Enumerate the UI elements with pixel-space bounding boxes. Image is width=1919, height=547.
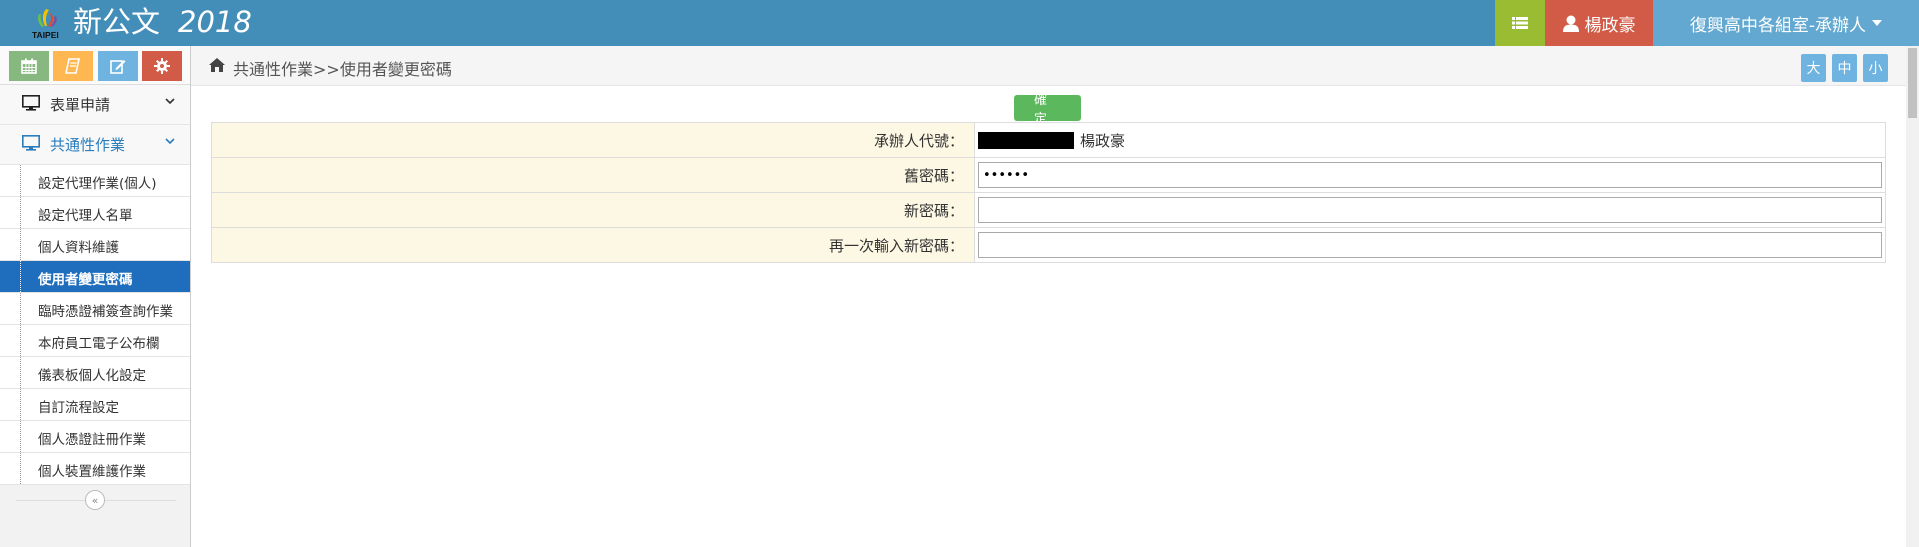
sidebar-item-label: 使用者變更密碼	[38, 272, 133, 288]
sidebar-item-label: 儀表板個人化設定	[38, 368, 146, 384]
caret-down-icon	[1872, 20, 1883, 26]
svg-text:TAIPEI: TAIPEI	[32, 30, 59, 40]
sidebar-item-cert-registration[interactable]: 個人憑證註冊作業	[0, 421, 190, 453]
task-list-button[interactable]	[1495, 0, 1545, 46]
form-row-new-password: 新密碼：	[211, 192, 1886, 228]
tree-line	[20, 165, 22, 196]
sidebar-item-label: 本府員工電子公布欄	[38, 336, 160, 352]
font-size-small-button[interactable]: 小	[1863, 54, 1888, 82]
taipei-logo: TAIPEI	[32, 9, 59, 40]
owner-id-value: 楊政豪	[974, 122, 1886, 158]
sidebar-item-profile[interactable]: 個人資料維護	[0, 229, 190, 261]
confirm-password-label: 再一次輸入新密碼：	[211, 227, 975, 263]
tree-line	[20, 389, 22, 420]
sidebar-item-custom-flow[interactable]: 自訂流程設定	[0, 389, 190, 421]
old-password-field[interactable]	[978, 162, 1882, 188]
tree-line	[20, 325, 22, 356]
sidebar-item-device-maintenance[interactable]: 個人裝置維護作業	[0, 453, 190, 485]
desktop-icon	[22, 95, 40, 111]
app-year: 2018	[178, 5, 252, 39]
change-password-form: 承辦人代號： 楊政豪 舊密碼： 新密碼： 再一次輸入新密碼：	[211, 122, 1886, 263]
confirm-password-cell	[974, 227, 1886, 263]
tree-line	[20, 453, 22, 484]
list-icon	[1512, 17, 1528, 29]
sidebar-item-proxy-settings[interactable]: 設定代理作業(個人)	[0, 165, 190, 197]
edit-icon	[110, 60, 126, 74]
gear-icon	[154, 58, 170, 74]
menu-label: 共通性作業	[50, 136, 126, 154]
form-row-old-password: 舊密碼：	[211, 157, 1886, 193]
breadcrumb-text: 共通性作業>>使用者變更密碼	[233, 60, 452, 79]
user-icon	[1562, 15, 1579, 32]
sidebar-item-label: 臨時憑證補簽查詢作業	[38, 304, 173, 320]
form-row-confirm-password: 再一次輸入新密碼：	[211, 227, 1886, 263]
tree-line	[20, 357, 22, 388]
sidebar-item-dashboard-settings[interactable]: 儀表板個人化設定	[0, 357, 190, 389]
new-password-cell	[974, 192, 1886, 228]
sidebar-item-temp-cert-query[interactable]: 臨時憑證補簽查詢作業	[0, 293, 190, 325]
app-name: 新公文	[73, 5, 161, 39]
chevron-down-icon	[165, 138, 175, 145]
tree-line	[20, 293, 22, 324]
unit-role-dropdown[interactable]: 復興高中各組室-承辦人	[1653, 0, 1919, 46]
menu-label: 表單申請	[50, 96, 111, 114]
tree-line	[20, 197, 22, 228]
form-row-owner-id: 承辦人代號： 楊政豪	[211, 122, 1886, 158]
menu-form-application[interactable]: 表單申請	[0, 85, 190, 125]
top-navbar: TAIPEI 新公文 2018 楊政豪 復興高中各組室-承辦人	[0, 0, 1919, 46]
new-password-field[interactable]	[978, 197, 1882, 223]
old-password-label: 舊密碼：	[211, 157, 975, 193]
desktop-icon	[22, 135, 40, 151]
app-title[interactable]: 新公文 2018	[73, 4, 252, 40]
tree-line	[20, 421, 22, 452]
book-shortcut-button[interactable]	[53, 51, 93, 81]
font-size-medium-button[interactable]: 中	[1832, 54, 1857, 82]
tree-line	[20, 261, 22, 292]
sidebar: 表單申請 共通性作業 設定代理作業(個人) 設定代理人名單 個人資料維護 使用者…	[0, 46, 191, 547]
scrollbar-thumb[interactable]	[1908, 48, 1917, 118]
owner-name: 楊政豪	[1080, 131, 1126, 150]
page-scrollbar[interactable]	[1906, 46, 1919, 547]
redacted-id	[978, 131, 1074, 149]
menu-common-operations[interactable]: 共通性作業	[0, 125, 190, 165]
submenu-common-operations: 設定代理作業(個人) 設定代理人名單 個人資料維護 使用者變更密碼 臨時憑證補簽…	[0, 165, 190, 485]
settings-shortcut-button[interactable]	[142, 51, 182, 81]
tree-line	[20, 229, 22, 260]
book-icon	[65, 58, 80, 74]
user-name: 楊政豪	[1584, 15, 1636, 36]
sidebar-item-label: 設定代理人名單	[38, 208, 133, 224]
sidebar-item-label: 個人裝置維護作業	[38, 464, 146, 480]
confirm-password-field[interactable]	[978, 232, 1882, 258]
owner-id-label: 承辦人代號：	[211, 122, 975, 158]
sidebar-item-bulletin-board[interactable]: 本府員工電子公布欄	[0, 325, 190, 357]
sidebar-item-label: 自訂流程設定	[38, 400, 119, 416]
edit-shortcut-button[interactable]	[98, 51, 138, 81]
sidebar-item-label: 設定代理作業(個人)	[38, 176, 157, 192]
calendar-icon	[21, 58, 37, 74]
confirm-button[interactable]: 確定	[1014, 93, 1081, 127]
sidebar-item-label: 個人資料維護	[38, 240, 119, 256]
calendar-shortcut-button[interactable]	[9, 51, 49, 81]
unit-role-label: 復興高中各組室-承辦人	[1689, 15, 1867, 36]
user-menu-button[interactable]: 楊政豪	[1545, 0, 1653, 46]
sidebar-collapse-row: «	[0, 485, 190, 515]
sidebar-item-change-password[interactable]: 使用者變更密碼	[0, 261, 190, 293]
breadcrumb: 共通性作業>>使用者變更密碼 大 中 小	[191, 46, 1919, 86]
font-size-large-button[interactable]: 大	[1801, 54, 1826, 82]
sidebar-item-proxy-list[interactable]: 設定代理人名單	[0, 197, 190, 229]
chevron-down-icon	[165, 98, 175, 105]
home-icon[interactable]	[209, 58, 225, 72]
sidebar-item-label: 個人憑證註冊作業	[38, 432, 146, 448]
sidebar-shortcuts	[0, 46, 190, 85]
old-password-cell	[974, 157, 1886, 193]
new-password-label: 新密碼：	[211, 192, 975, 228]
collapse-sidebar-icon[interactable]: «	[85, 490, 105, 510]
